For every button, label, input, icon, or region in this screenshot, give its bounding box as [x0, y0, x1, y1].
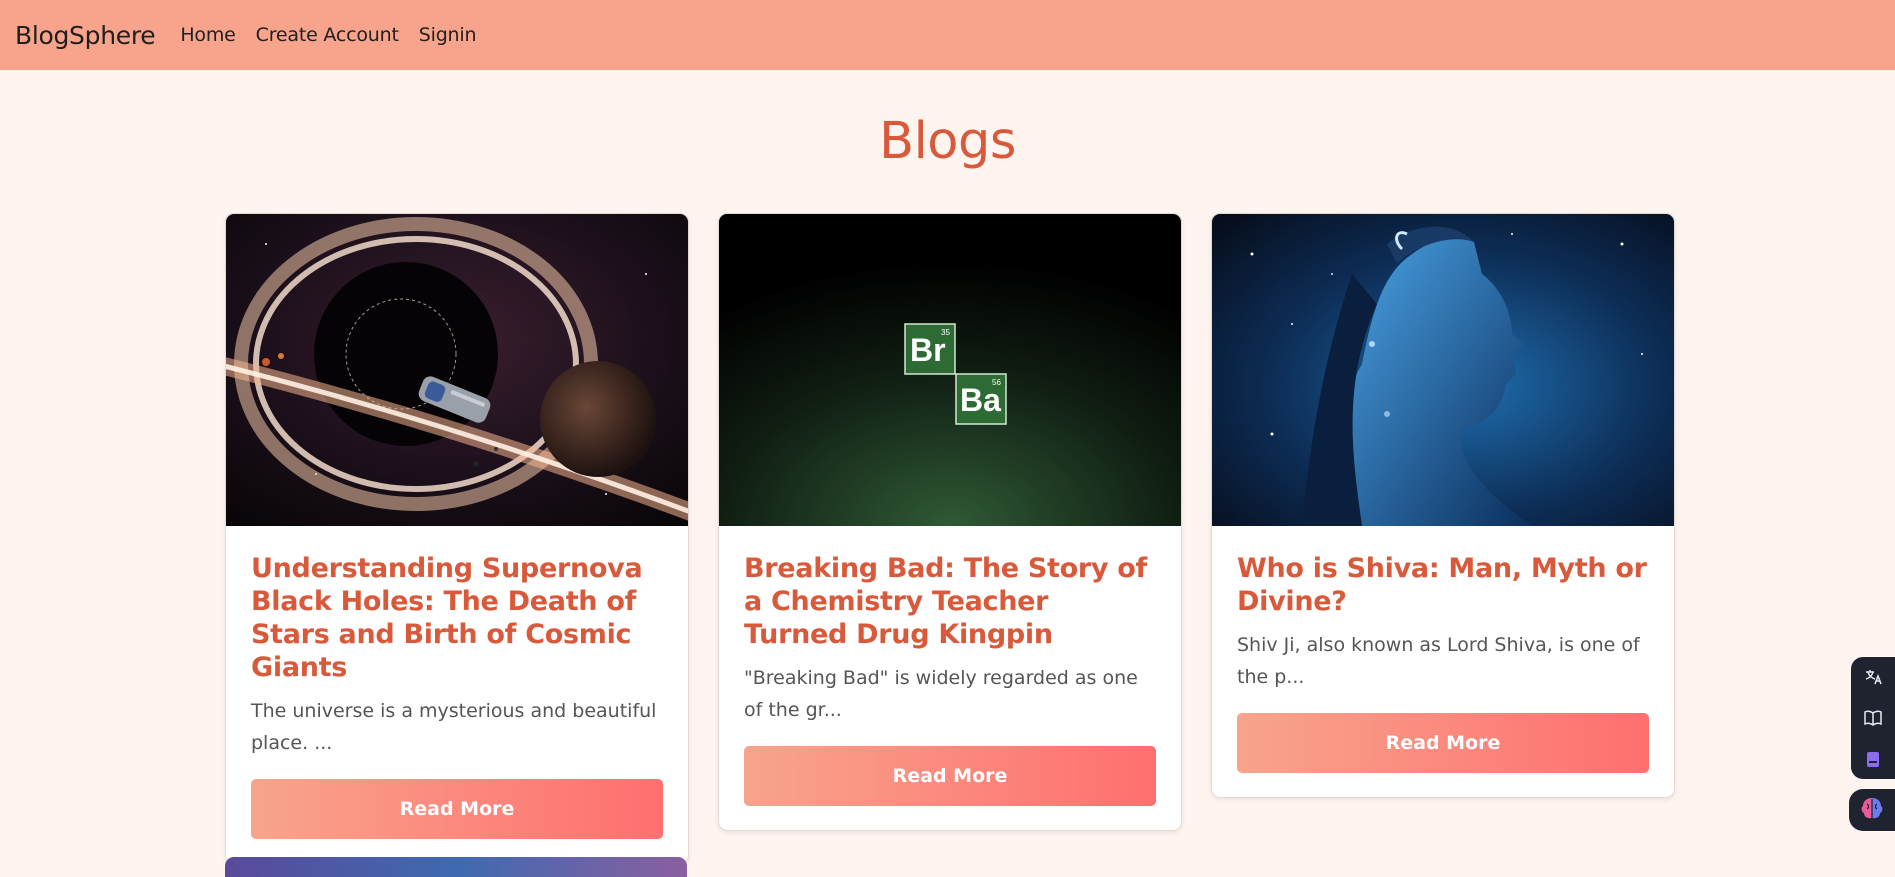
side-toolbar [1851, 657, 1895, 779]
translate-icon[interactable] [1862, 666, 1884, 688]
page-title: Blogs [879, 112, 1016, 171]
element-number-ba: 56 [992, 378, 1001, 387]
book-icon[interactable] [1862, 707, 1884, 729]
brain-icon [1858, 794, 1886, 826]
read-more-button[interactable]: Read More [251, 779, 663, 839]
blog-excerpt: "Breaking Bad" is widely regarded as one… [744, 667, 1138, 721]
blog-excerpt: The universe is a mysterious and beautif… [251, 700, 657, 754]
blog-image-breaking-bad[interactable]: Br 35 Ba 56 [719, 214, 1181, 526]
nav-link-signin[interactable]: Signin [419, 24, 477, 46]
brand-logo[interactable]: BlogSphere [15, 21, 156, 50]
read-more-button[interactable]: Read More [744, 746, 1156, 806]
nav-links: Home Create Account Signin [170, 24, 486, 46]
blog-card-breaking-bad: Br 35 Ba 56 Breaking Bad: The Story of a… [718, 213, 1182, 831]
blog-card-partial[interactable] [225, 857, 687, 877]
blog-image-black-hole[interactable] [226, 214, 688, 526]
element-number-br: 35 [941, 328, 950, 337]
nav-link-home[interactable]: Home [180, 24, 236, 46]
assistant-button[interactable] [1849, 789, 1895, 831]
blog-title[interactable]: Understanding Supernova Black Holes: The… [251, 552, 664, 684]
read-more-button[interactable]: Read More [1237, 713, 1649, 773]
blog-card-supernova: Understanding Supernova Black Holes: The… [225, 213, 689, 864]
blog-excerpt: Shiv Ji, also known as Lord Shiva, is on… [1237, 634, 1640, 688]
blog-title[interactable]: Who is Shiva: Man, Myth or Divine? [1237, 552, 1650, 618]
bookmark-icon[interactable] [1862, 748, 1884, 770]
navbar: BlogSphere Home Create Account Signin [0, 0, 1895, 70]
nav-link-create-account[interactable]: Create Account [256, 24, 399, 46]
element-symbol-ba: Ba [960, 382, 1001, 418]
blog-title[interactable]: Breaking Bad: The Story of a Chemistry T… [744, 552, 1157, 651]
blog-image-shiva[interactable] [1212, 214, 1674, 526]
element-symbol-br: Br [910, 332, 946, 368]
blog-card-shiva: Who is Shiva: Man, Myth or Divine? Shiv … [1211, 213, 1675, 798]
